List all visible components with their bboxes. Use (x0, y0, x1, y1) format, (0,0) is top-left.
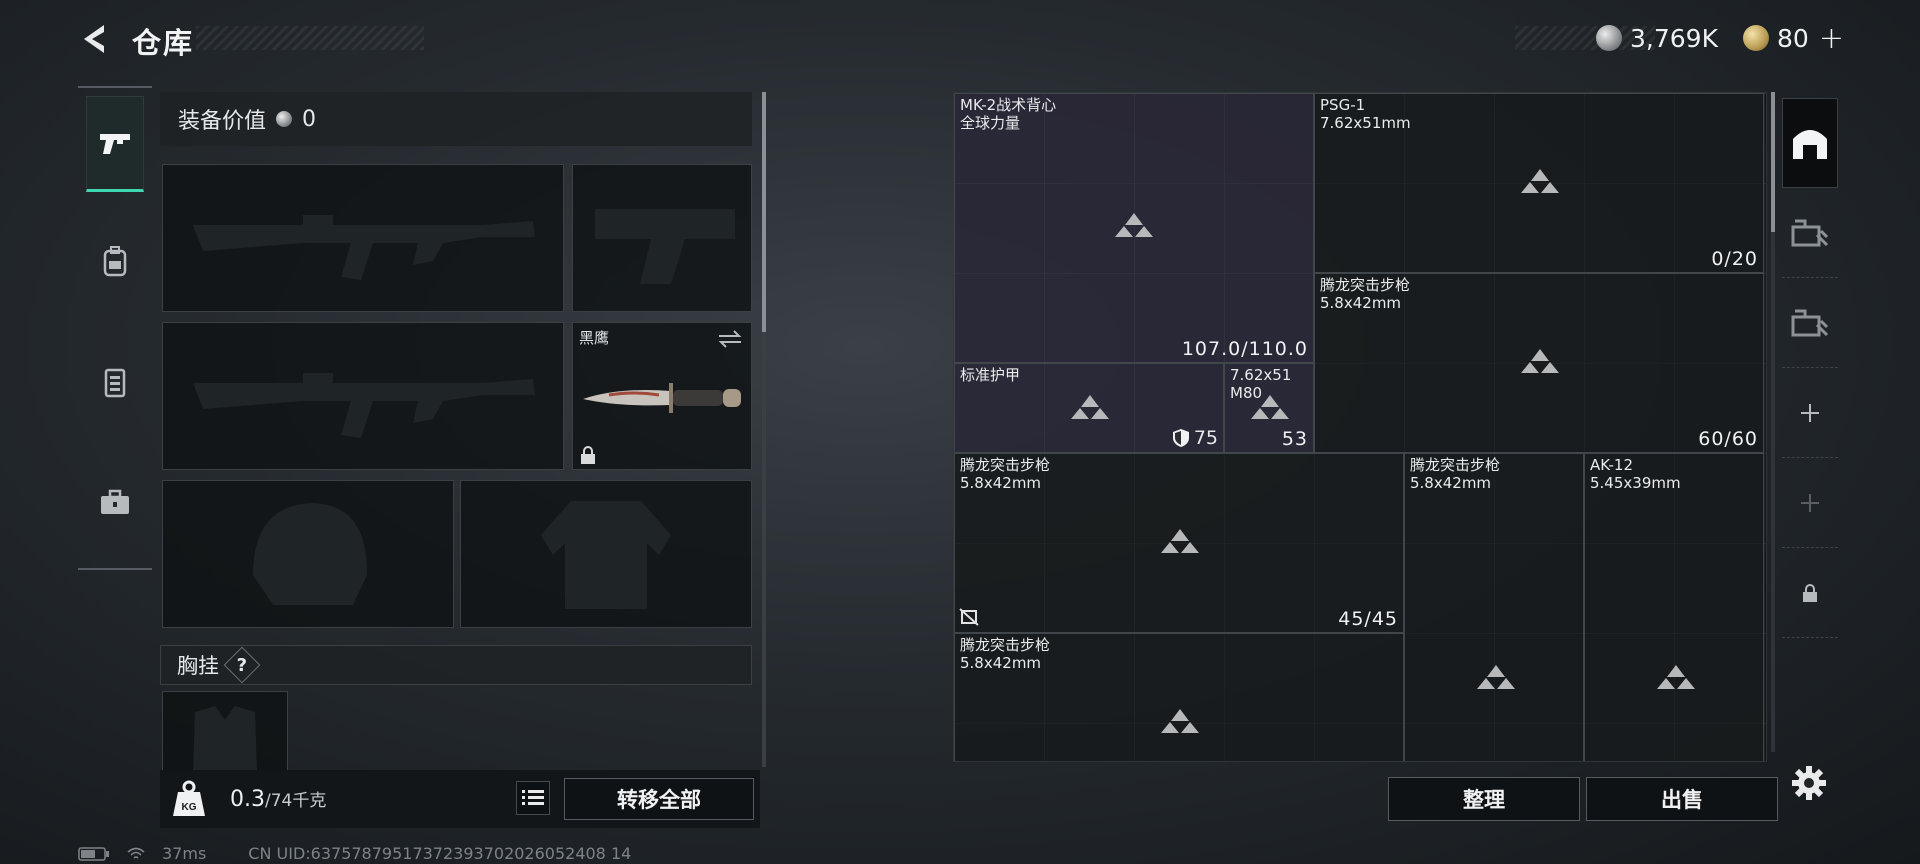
page-title: 仓库 (132, 26, 195, 60)
user-uid: CN UID:63757879517372393702026052408 14 (248, 844, 632, 863)
wifi-icon (127, 847, 145, 859)
storage-grid: MK-2战术背心 全球力量 107.0/110.0 PSG-1 7.62x51m… (953, 92, 1767, 762)
warehouse-icon (1793, 130, 1827, 159)
add-gold-plus[interactable]: + (1819, 21, 1844, 56)
tab-weapons[interactable] (86, 96, 144, 192)
armor-durability: 75 (1172, 427, 1218, 449)
chest-rig-header: 胸挂 ? (160, 645, 752, 685)
lock-icon (1803, 583, 1817, 602)
rifle-silhouette-icon (193, 215, 535, 280)
storage-item-psg1[interactable]: PSG-1 7.62x51mm 0/20 (1314, 93, 1764, 273)
item-tier-icon (1521, 169, 1559, 193)
storage-item-ak12[interactable]: AK-12 5.45x39mm (1584, 453, 1764, 761)
storage-item-762-ammo[interactable]: 7.62x51 M80 53 (1224, 363, 1314, 453)
toolbox-icon (101, 489, 129, 514)
pistol-icon (100, 134, 130, 154)
item-tier-icon (1477, 665, 1515, 689)
list-icon (522, 790, 544, 805)
silver-currency: 3,769K (1596, 22, 1718, 54)
backpack-icon (103, 246, 127, 277)
storage-item-mk2-vest[interactable]: MK-2战术背心 全球力量 107.0/110.0 (954, 93, 1314, 363)
tab-backpack[interactable] (86, 214, 144, 310)
gold-coin-icon (1743, 25, 1769, 51)
armor-silhouette-icon (541, 501, 671, 609)
plus-icon (1801, 493, 1819, 512)
primary-weapon-slot-1[interactable] (162, 164, 564, 312)
storage-box-icon (1791, 219, 1829, 246)
swap-icon[interactable] (717, 329, 743, 349)
vest-icon (104, 368, 126, 398)
sidearm-slot[interactable] (572, 164, 752, 312)
tab-storage-main[interactable] (1782, 98, 1838, 188)
item-tier-icon (1521, 349, 1559, 373)
item-tier-icon (1161, 529, 1199, 553)
help-badge[interactable]: ? (223, 646, 261, 684)
tab-locked-storage[interactable] (1782, 548, 1838, 638)
list-view-button[interactable] (516, 781, 550, 815)
storage-item-tenglong-rifle[interactable]: 腾龙突击步枪 5.8x42mm (1404, 453, 1584, 761)
tab-chest-rig[interactable] (86, 334, 144, 430)
melee-item-name: 黑鹰 (579, 329, 610, 347)
primary-weapon-slot-2[interactable] (162, 322, 564, 470)
no-insure-icon (959, 608, 979, 626)
equipment-value-bar: 装备价值 0 (160, 92, 752, 146)
rifle-silhouette-icon (193, 373, 535, 438)
tab-add-storage[interactable] (1782, 368, 1838, 458)
transfer-all-button[interactable]: 转移全部 (564, 778, 754, 820)
sell-button[interactable]: 出售 (1586, 777, 1778, 821)
knife-icon (583, 383, 741, 413)
storage-box-icon (1791, 309, 1829, 336)
weight-current: 0.3 (230, 787, 265, 812)
tab-add-storage-disabled[interactable] (1782, 458, 1838, 548)
status-bar: 37ms CN UID:6375787951737239370202605240… (78, 844, 631, 863)
equipment-value-amount: 0 (302, 106, 317, 132)
item-tier-icon (1161, 709, 1199, 733)
back-arrow-icon[interactable] (78, 22, 112, 56)
storage-scrollbar-thumb[interactable] (1771, 92, 1775, 232)
body-armor-slot[interactable] (460, 480, 752, 628)
plus-icon (1801, 403, 1819, 422)
item-tier-icon (1657, 665, 1695, 689)
battery-icon (78, 846, 109, 861)
storage-item-tenglong-rifle[interactable]: 腾龙突击步枪 5.8x42mm (954, 633, 1404, 761)
storage-item-tenglong-rifle[interactable]: 腾龙突击步枪 5.8x42mm 45/45 (954, 453, 1404, 633)
silver-coin-icon (276, 111, 293, 127)
gold-currency[interactable]: 80 + (1743, 21, 1844, 56)
svg-text:KG: KG (182, 802, 197, 813)
silver-coin-icon (1596, 25, 1622, 51)
weight-kg-icon: KG (173, 780, 205, 816)
gold-amount: 80 (1777, 23, 1809, 53)
storage-item-tenglong-rifle[interactable]: 腾龙突击步枪 5.8x42mm 60/60 (1314, 273, 1764, 453)
item-tier-icon (1115, 213, 1153, 237)
equipment-value-label: 装备价值 (178, 109, 267, 134)
equipment-scrollbar-thumb[interactable] (762, 92, 766, 332)
helmet-slot[interactable] (162, 480, 454, 628)
title-stripe-decoration (196, 26, 424, 50)
equipment-category-tabs (78, 86, 152, 570)
item-tier-icon (1071, 395, 1109, 419)
storage-item-standard-armor[interactable]: 标准护甲 75 (954, 363, 1224, 453)
equipment-panel: 装备价值 0 黑鹰 胸挂 ? (160, 92, 760, 832)
chest-rig-slot[interactable] (162, 691, 288, 772)
weight-max: /74千克 (265, 791, 327, 811)
chest-rig-silhouette-icon (193, 706, 257, 772)
melee-slot[interactable]: 黑鹰 (572, 322, 752, 470)
chest-rig-label: 胸挂 (177, 654, 219, 678)
tab-storage-3[interactable] (1782, 278, 1838, 368)
helmet-silhouette-icon (253, 503, 368, 605)
shield-icon (1172, 429, 1189, 447)
tab-toolbox[interactable] (86, 454, 144, 550)
ping-value: 37ms (162, 844, 207, 863)
gear-icon[interactable] (1790, 764, 1828, 802)
sort-button[interactable]: 整理 (1388, 777, 1580, 821)
pistol-silhouette-icon (595, 209, 735, 284)
silver-amount: 3,769K (1630, 23, 1718, 53)
item-tier-icon (1251, 395, 1289, 419)
tab-storage-2[interactable] (1782, 188, 1838, 278)
lock-icon (581, 446, 595, 464)
weight-readout: 0.3/74千克 (230, 786, 326, 812)
